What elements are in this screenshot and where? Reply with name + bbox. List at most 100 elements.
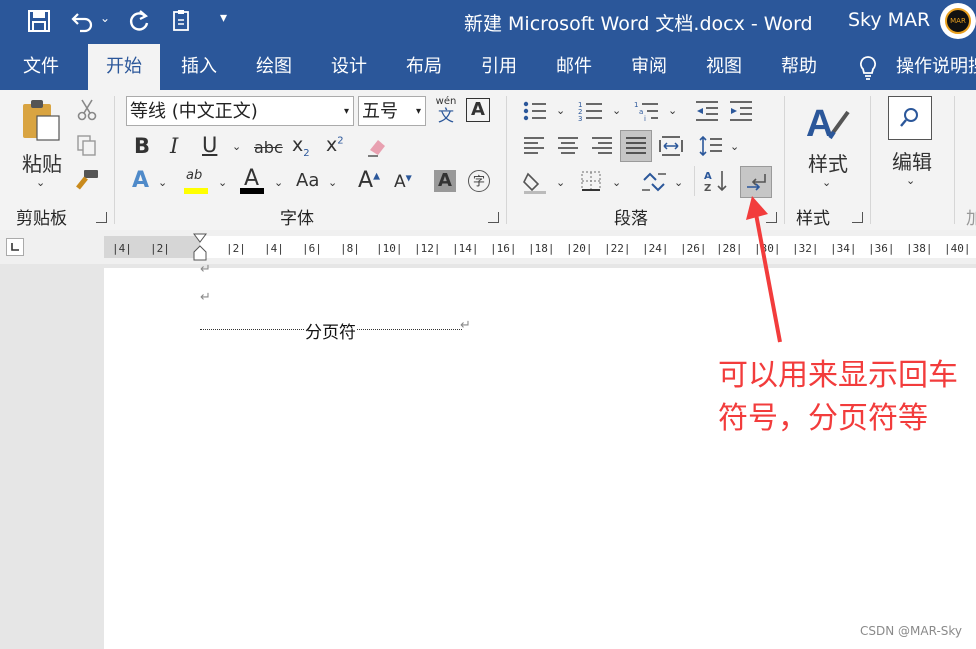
- tab-home[interactable]: 开始: [88, 44, 160, 90]
- document-page[interactable]: [104, 268, 976, 649]
- multilevel-dropdown-icon[interactable]: ⌄: [668, 104, 677, 117]
- indent-marker-icon[interactable]: [192, 232, 208, 264]
- borders-icon[interactable]: [580, 170, 602, 192]
- cut-icon[interactable]: [76, 98, 98, 122]
- numbering-dropdown-icon[interactable]: ⌄: [612, 104, 621, 117]
- line-spacing-icon[interactable]: [698, 134, 724, 158]
- sort-icon[interactable]: A Z: [704, 168, 730, 194]
- tab-layout[interactable]: 布局: [401, 44, 447, 90]
- tab-draw[interactable]: 绘图: [251, 44, 297, 90]
- distributed-icon[interactable]: [658, 134, 684, 158]
- avatar[interactable]: MAR: [940, 3, 976, 39]
- justify-icon: [626, 137, 646, 154]
- font-name-box[interactable]: 等线 (中文正文) ▾: [126, 96, 354, 126]
- font-size-box[interactable]: 五号 ▾: [358, 96, 426, 126]
- shading-dropdown-icon[interactable]: ⌄: [556, 176, 565, 189]
- undo-icon[interactable]: [70, 9, 96, 33]
- text-effects-dropdown-icon[interactable]: ⌄: [158, 176, 167, 189]
- shading-icon[interactable]: [522, 170, 548, 194]
- phonetic-guide-button[interactable]: wén 文: [434, 96, 458, 125]
- numbering-icon[interactable]: 123: [578, 100, 604, 122]
- tab-insert[interactable]: 插入: [176, 44, 222, 90]
- text-effects-icon[interactable]: A: [132, 168, 149, 193]
- decrease-indent-icon[interactable]: [694, 100, 720, 122]
- character-shading-icon[interactable]: A: [434, 170, 456, 192]
- editing-dropdown-icon[interactable]: ⌄: [906, 174, 915, 187]
- clipboard-launcher-icon[interactable]: [96, 212, 107, 223]
- tab-help[interactable]: 帮助: [776, 44, 822, 90]
- copy-icon[interactable]: [76, 134, 98, 158]
- clipboard-group-label: 剪贴板: [16, 209, 67, 229]
- left-tab-icon: [11, 243, 19, 251]
- svg-text:i: i: [644, 115, 646, 122]
- ruler-tick: |34|: [830, 242, 857, 255]
- save-icon[interactable]: [28, 10, 50, 32]
- font-size-dropdown-icon[interactable]: ▾: [416, 97, 421, 127]
- underline-dropdown-icon[interactable]: ⌄: [232, 140, 241, 153]
- increase-indent-icon[interactable]: [728, 100, 754, 122]
- font-color-dropdown-icon[interactable]: ⌄: [274, 176, 283, 189]
- subscript-icon[interactable]: x2: [292, 134, 310, 159]
- character-border-icon[interactable]: A: [466, 98, 490, 122]
- tab-review[interactable]: 审阅: [626, 44, 672, 90]
- bullets-icon[interactable]: [522, 100, 548, 122]
- paste-icon[interactable]: [20, 98, 64, 142]
- tab-design[interactable]: 设计: [326, 44, 372, 90]
- ruler-tick: |18|: [528, 242, 555, 255]
- change-case-dropdown-icon[interactable]: ⌄: [328, 176, 337, 189]
- find-button[interactable]: [888, 96, 932, 140]
- font-launcher-icon[interactable]: [488, 212, 499, 223]
- svg-text:A: A: [806, 103, 833, 145]
- grow-font-icon[interactable]: A▲: [358, 168, 380, 193]
- tab-references[interactable]: 引用: [476, 44, 522, 90]
- paragraph-mark-icon: ↵: [200, 262, 211, 277]
- align-right-icon[interactable]: [590, 136, 614, 156]
- touch-mode-icon[interactable]: [170, 8, 194, 34]
- ruler-ticks: |4| |2| |2| |4| |6| |8| |10| |12| |14| |…: [104, 236, 976, 258]
- multilevel-list-icon[interactable]: 1ai: [634, 100, 660, 122]
- editing-button[interactable]: 编辑: [892, 146, 932, 175]
- highlight-dropdown-icon[interactable]: ⌄: [218, 176, 227, 189]
- tab-mailings[interactable]: 邮件: [551, 44, 597, 90]
- shrink-font-icon[interactable]: A▼: [394, 172, 412, 192]
- customize-toolbar-icon[interactable]: ▾: [220, 10, 227, 26]
- bullets-dropdown-icon[interactable]: ⌄: [556, 104, 565, 117]
- separator: [694, 166, 695, 196]
- tab-view[interactable]: 视图: [701, 44, 747, 90]
- borders-dropdown-icon[interactable]: ⌄: [612, 176, 621, 189]
- styles-button[interactable]: 样式: [808, 148, 848, 177]
- chinese-layout-icon[interactable]: [640, 170, 668, 194]
- strikethrough-icon[interactable]: abc: [254, 138, 283, 157]
- ribbon: 粘贴 ⌄ 剪贴板 等线 (中文正文) ▾ 五号 ▾ wén 文 A B I U ⌄…: [0, 90, 976, 231]
- font-name-dropdown-icon[interactable]: ▾: [344, 97, 349, 127]
- separator: [114, 96, 115, 224]
- user-name[interactable]: Sky MAR: [848, 9, 930, 31]
- tab-file[interactable]: 文件: [18, 44, 64, 90]
- undo-dropdown-icon[interactable]: ⌄: [100, 11, 110, 25]
- tab-selector[interactable]: [6, 238, 24, 256]
- chinese-layout-dropdown-icon[interactable]: ⌄: [674, 176, 683, 189]
- align-center-icon[interactable]: [556, 136, 580, 156]
- redo-icon[interactable]: [128, 9, 150, 33]
- tell-me-search[interactable]: 操作说明搜: [896, 44, 976, 90]
- clear-formatting-icon[interactable]: [366, 136, 388, 158]
- highlight-icon[interactable]: ab: [186, 168, 202, 183]
- styles-dropdown-icon[interactable]: ⌄: [822, 176, 831, 189]
- ruler-tick: |22|: [604, 242, 631, 255]
- paste-dropdown-icon[interactable]: ⌄: [36, 176, 45, 189]
- italic-icon[interactable]: I: [170, 134, 178, 158]
- line-spacing-dropdown-icon[interactable]: ⌄: [730, 140, 739, 153]
- paste-button[interactable]: 粘贴: [22, 148, 62, 177]
- change-case-icon[interactable]: Aa: [296, 170, 319, 191]
- superscript-icon[interactable]: x2: [326, 134, 344, 156]
- ruler-tick: |20|: [566, 242, 593, 255]
- enclose-characters-icon[interactable]: 字: [468, 170, 490, 192]
- lightbulb-icon[interactable]: [858, 55, 878, 81]
- underline-icon[interactable]: U: [202, 133, 217, 157]
- justify-button[interactable]: [620, 130, 652, 162]
- styles-launcher-icon[interactable]: [852, 212, 863, 223]
- styles-icon[interactable]: A: [804, 98, 852, 146]
- format-painter-icon[interactable]: [74, 168, 100, 192]
- align-left-icon[interactable]: [522, 136, 546, 156]
- bold-icon[interactable]: B: [134, 134, 150, 158]
